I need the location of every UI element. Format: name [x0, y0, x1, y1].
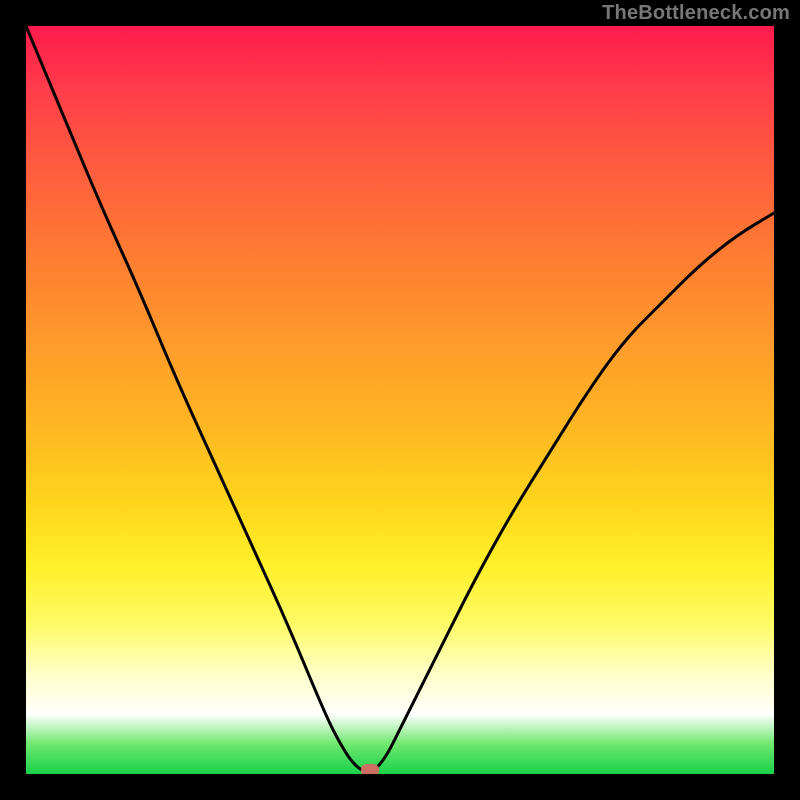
bottleneck-curve	[26, 26, 774, 774]
plot-area	[26, 26, 774, 774]
watermark-text: TheBottleneck.com	[602, 2, 790, 25]
chart-frame: TheBottleneck.com	[0, 0, 800, 800]
optimal-point-marker	[361, 764, 379, 774]
